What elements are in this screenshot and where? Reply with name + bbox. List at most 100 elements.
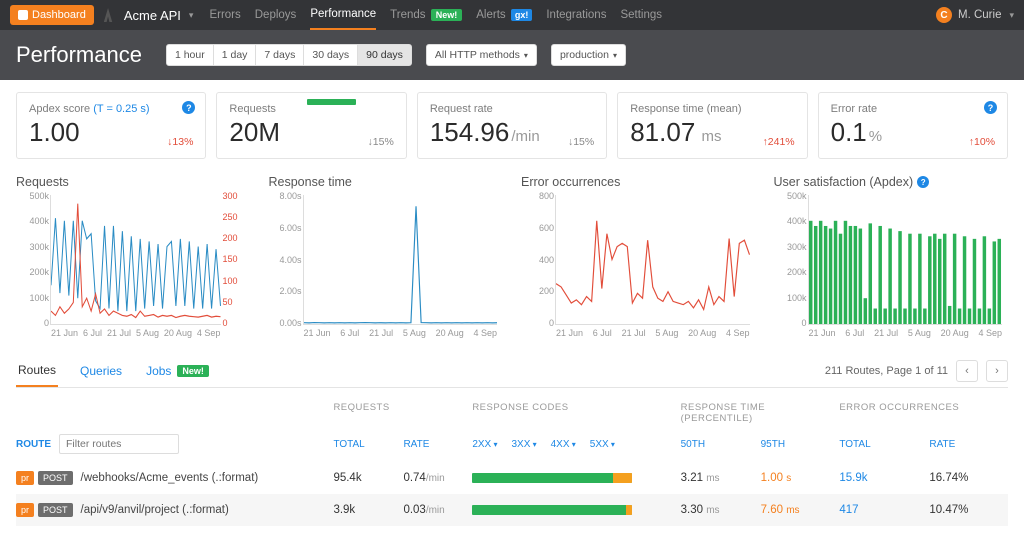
chart-requests[interactable]: Requests 500k400k300k200k100k0 300250200…	[16, 175, 251, 325]
env-tag: pr	[16, 471, 34, 485]
page-header: Performance 1 hour 1 day 7 days 30 days …	[0, 30, 1024, 80]
col-5xx[interactable]: 5XX	[590, 439, 615, 450]
p95: 7.60 ms	[761, 504, 800, 516]
dashboard-label: Dashboard	[32, 9, 86, 21]
time-range-group: 1 hour 1 day 7 days 30 days 90 days	[166, 44, 412, 66]
nav-trends[interactable]: Trends New!	[390, 1, 462, 29]
x-axis: 21 Jun6 Jul21 Jul5 Aug20 Aug4 Sep	[304, 328, 498, 338]
user-name: M. Curie	[958, 9, 1001, 21]
tab-jobs[interactable]: JobsNew!	[144, 356, 211, 386]
chart-response-time[interactable]: Response time 8.00s6.00s4.00s2.00s0.00s …	[269, 175, 504, 325]
method-tag: POST	[38, 503, 73, 517]
y-axis-left: 500k400k300k200k100k0	[777, 191, 807, 328]
col-req-rate[interactable]: RATE	[403, 439, 429, 450]
req-total: 3.9k	[333, 504, 403, 516]
col-3xx[interactable]: 3XX	[511, 439, 536, 450]
p95: 1.00 s	[761, 472, 792, 484]
info-icon[interactable]: ?	[984, 101, 997, 114]
y-axis-left: 500k400k300k200k100k0	[19, 191, 49, 328]
col-4xx[interactable]: 4XX	[551, 439, 576, 450]
tab-routes[interactable]: Routes	[16, 355, 58, 387]
kpi-response-time[interactable]: Response time (mean) 81.07 ms ↑241%	[617, 92, 807, 159]
kpi-label: Error rate	[831, 103, 995, 115]
env-tag: pr	[16, 503, 34, 517]
http-method-label: All HTTP methods	[435, 49, 520, 61]
nav-settings[interactable]: Settings	[620, 1, 662, 29]
kpi-apdex[interactable]: Apdex score (T = 0.25 s) 1.00 ? ↓13%	[16, 92, 206, 159]
routes-table-section: Routes Queries JobsNew! 211 Routes, Page…	[0, 335, 1024, 536]
kpi-label: Response time (mean)	[630, 103, 794, 115]
range-30days[interactable]: 30 days	[303, 44, 358, 66]
y-axis-left: 8.00s6.00s4.00s2.00s0.00s	[272, 191, 302, 328]
dashboard-button[interactable]: Dashboard	[10, 5, 94, 25]
table-row[interactable]: pr POST/webhooks/Acme_events (.:format) 95…	[16, 462, 1008, 494]
app-switcher[interactable]: Acme API ▾	[104, 8, 194, 23]
chart-errors[interactable]: Error occurrences 8006004002000 21 Jun6 …	[521, 175, 756, 325]
response-codes-bar	[472, 473, 632, 483]
tab-queries[interactable]: Queries	[78, 356, 124, 386]
col-p95[interactable]: 95TH	[761, 439, 785, 450]
nav-alerts[interactable]: Alerts gx!	[476, 1, 532, 29]
avatar: C	[936, 7, 952, 23]
err-total: 15.9k	[839, 472, 929, 484]
kpi-request-rate[interactable]: Request rate 154.96/min ↓15%	[417, 92, 607, 159]
kpi-delta: ↓15%	[568, 136, 594, 148]
app-name: Acme API	[124, 8, 181, 23]
chart-apdex[interactable]: User satisfaction (Apdex)? 500k400k300k2…	[774, 175, 1009, 325]
charts-row: Requests 500k400k300k200k100k0 300250200…	[0, 171, 1024, 335]
err-rate: 16.74%	[929, 472, 968, 484]
chevron-down-icon: ▾	[189, 10, 194, 21]
col-p50[interactable]: 50TH	[681, 439, 761, 450]
table-row[interactable]: prPOST/api/v9/anvil/project (.:format)3.…	[16, 494, 1008, 526]
nav-deploys[interactable]: Deploys	[255, 1, 297, 29]
kpi-label: Request rate	[430, 103, 594, 115]
route-path: /webhooks/Acme_events (.:format)	[81, 472, 259, 484]
range-90days[interactable]: 90 days	[357, 44, 412, 66]
kpi-delta: ↑10%	[969, 136, 995, 148]
group-errors: ERROR OCCURRENCES	[839, 402, 1008, 424]
req-rate: 0.03/min	[403, 504, 444, 516]
kpi-label: Apdex score (T = 0.25 s)	[29, 103, 193, 115]
method-tag: POST	[38, 471, 73, 485]
range-1hour[interactable]: 1 hour	[166, 44, 214, 66]
environment-label: production	[560, 49, 609, 61]
chevron-down-icon: ▾	[1009, 10, 1014, 21]
col-2xx[interactable]: 2XX	[472, 439, 497, 450]
chart-plot: 8006004002000 21 Jun6 Jul21 Jul5 Aug20 A…	[555, 195, 750, 325]
sparkline	[307, 99, 355, 105]
x-axis: 21 Jun6 Jul21 Jul5 Aug20 Aug4 Sep	[809, 328, 1003, 338]
filter-routes-input[interactable]	[59, 434, 179, 454]
kpi-row: Apdex score (T = 0.25 s) 1.00 ? ↓13% Req…	[0, 80, 1024, 171]
nav-alerts-label: Alerts	[476, 9, 505, 21]
nav-performance[interactable]: Performance	[310, 0, 376, 30]
col-err-total[interactable]: TOTAL	[839, 439, 929, 450]
http-method-filter[interactable]: All HTTP methods▾	[426, 44, 537, 66]
nav-errors[interactable]: Errors	[209, 1, 240, 29]
table-column-header: ROUTE TOTAL RATE 2XX 3XX 4XX 5XX 50TH 95…	[16, 430, 1008, 462]
info-icon[interactable]: ?	[182, 101, 195, 114]
x-axis: 21 Jun6 Jul21 Jul5 Aug20 Aug4 Sep	[51, 328, 221, 338]
chart-title: Response time	[269, 175, 504, 189]
kpi-error-rate[interactable]: Error rate 0.1% ? ↑10%	[818, 92, 1008, 159]
p50: 3.30 ms	[681, 504, 761, 516]
tab-jobs-label: Jobs	[146, 364, 171, 378]
nav-integrations[interactable]: Integrations	[546, 1, 606, 29]
col-route[interactable]: ROUTE	[16, 439, 51, 450]
table-group-header: REQUESTS RESPONSE CODES RESPONSE TIME (P…	[16, 388, 1008, 430]
range-1day[interactable]: 1 day	[213, 44, 257, 66]
range-7days[interactable]: 7 days	[255, 44, 304, 66]
pager-text: 211 Routes, Page 1 of 11	[825, 365, 948, 377]
chart-title: User satisfaction (Apdex)?	[774, 175, 1009, 189]
environment-filter[interactable]: production▾	[551, 44, 626, 66]
user-menu[interactable]: C M. Curie ▾	[936, 7, 1014, 23]
pager-next-button[interactable]: ›	[986, 360, 1008, 382]
col-req-total[interactable]: TOTAL	[333, 439, 403, 450]
chart-plot: 500k400k300k200k100k0 300250200150100500…	[50, 195, 221, 325]
chart-title: Error occurrences	[521, 175, 756, 189]
kpi-delta: ↓15%	[368, 136, 394, 148]
req-total: 95.4k	[333, 472, 403, 484]
info-icon[interactable]: ?	[917, 176, 929, 188]
col-err-rate[interactable]: RATE	[929, 439, 955, 450]
kpi-requests[interactable]: Requests 20M ↓15%	[216, 92, 406, 159]
pager-prev-button[interactable]: ‹	[956, 360, 978, 382]
